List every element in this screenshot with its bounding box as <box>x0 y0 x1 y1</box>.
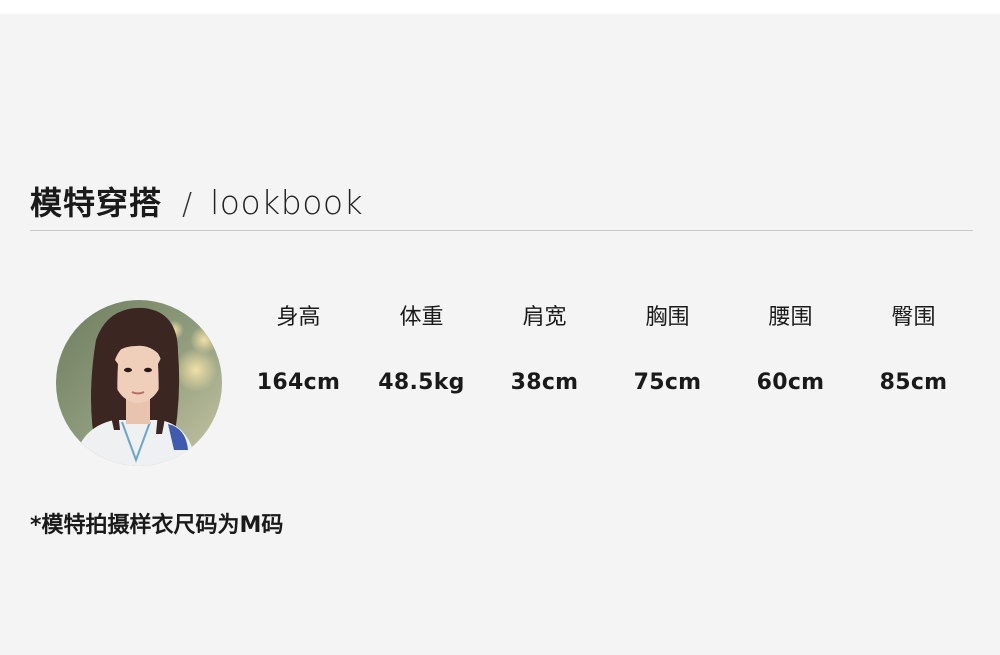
measure-label: 臀围 <box>891 305 936 330</box>
measure-waist: 腰围 60cm <box>729 300 852 395</box>
measure-height: 身高 164cm <box>237 300 360 395</box>
size-note: *模特拍摄样衣尺码为M码 <box>30 513 284 538</box>
measure-value: 75cm <box>633 370 702 395</box>
measure-label: 肩宽 <box>522 305 567 330</box>
content-panel: 模特穿搭 / lookbook 身高 164cm 体重 48.5kg 肩宽 38… <box>0 14 1000 655</box>
measure-value: 164cm <box>256 370 341 395</box>
model-portrait-photo <box>56 300 222 466</box>
measure-shoulder: 肩宽 38cm <box>483 300 606 395</box>
measure-value: 85cm <box>879 370 948 395</box>
measure-label: 身高 <box>276 305 321 330</box>
measure-bust: 胸围 75cm <box>606 300 729 395</box>
title-separator: / <box>182 187 193 222</box>
measure-value: 38cm <box>510 370 579 395</box>
title-english: lookbook <box>210 183 364 222</box>
measure-weight: 体重 48.5kg <box>360 300 483 395</box>
measurement-table: 身高 164cm 体重 48.5kg 肩宽 38cm 胸围 75cm 腰围 60… <box>237 300 975 395</box>
title-chinese: 模特穿搭 <box>30 184 163 222</box>
model-avatar <box>56 300 222 466</box>
title-divider <box>30 230 973 231</box>
measure-value: 48.5kg <box>378 370 465 395</box>
measure-hip: 臀围 85cm <box>852 300 975 395</box>
measure-label: 腰围 <box>768 305 813 330</box>
measure-label: 胸围 <box>645 305 690 330</box>
measure-label: 体重 <box>399 305 444 330</box>
measure-value: 60cm <box>756 370 825 395</box>
section-title: 模特穿搭 / lookbook <box>30 178 363 224</box>
